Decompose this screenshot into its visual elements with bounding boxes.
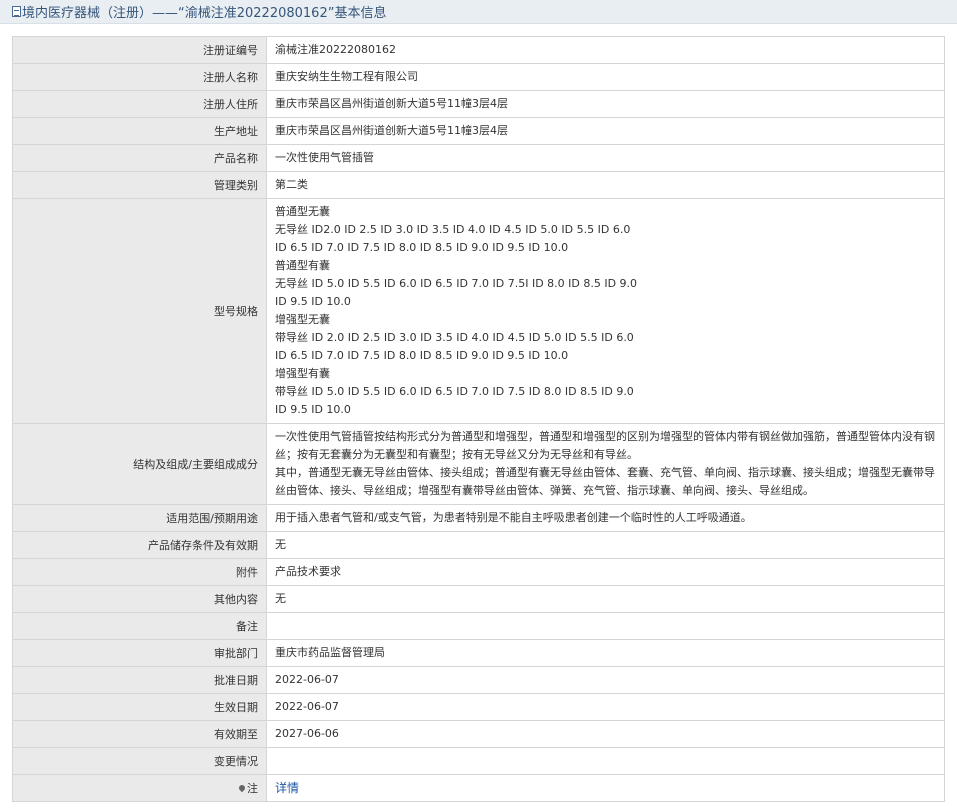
page-title-bar: 境内医疗器械（注册）——“渝械注准20222080162”基本信息 [0,0,957,24]
table-row: 产品名称 一次性使用气管插管 [12,144,945,172]
model-line: 增强型无囊 [275,313,330,326]
table-row: 有效期至 2027-06-06 [12,720,945,748]
table-row: 附件 产品技术要求 [12,558,945,586]
table-row: 批准日期 2022-06-07 [12,666,945,694]
field-value: 2022-06-07 [266,666,945,694]
table-row: 注 详情 [12,774,945,802]
field-label: 管理类别 [12,171,267,199]
model-line: 带导丝 ID 5.0 ID 5.5 ID 6.0 ID 6.5 ID 7.0 I… [275,385,634,398]
map-pin-icon [237,783,247,793]
field-value: 产品技术要求 [266,558,945,586]
table-row: 型号规格 普通型无囊 无导丝 ID2.0 ID 2.5 ID 3.0 ID 3.… [12,198,945,424]
note-label-text: 注 [247,782,258,795]
field-label: 适用范围/预期用途 [12,504,267,532]
field-value [266,747,945,775]
table-row: 审批部门 重庆市药品监督管理局 [12,639,945,667]
field-label: 产品名称 [12,144,267,172]
field-value: 无 [266,585,945,613]
field-label: 变更情况 [12,747,267,775]
structure-value: 一次性使用气管插管按结构形式分为普通型和增强型，普通型和增强型的区别为增强型的管… [266,423,945,505]
model-line: 增强型有囊 [275,367,330,380]
structure-paragraph: 其中，普通型无囊无导丝由管体、接头组成；普通型有囊无导丝由管体、套囊、充气管、单… [275,466,935,497]
field-label: 产品储存条件及有效期 [12,531,267,559]
field-value: 第二类 [266,171,945,199]
field-label: 生产地址 [12,117,267,145]
models-value: 普通型无囊 无导丝 ID2.0 ID 2.5 ID 3.0 ID 3.5 ID … [266,198,945,424]
field-label: 型号规格 [12,198,267,424]
field-value: 重庆安纳生生物工程有限公司 [266,63,945,91]
field-value: 重庆市药品监督管理局 [266,639,945,667]
field-label: 审批部门 [12,639,267,667]
table-row: 备注 [12,612,945,640]
document-icon [12,6,21,17]
field-value: 渝械注准20222080162 [266,36,945,64]
table-row: 结构及组成/主要组成成分 一次性使用气管插管按结构形式分为普通型和增强型，普通型… [12,423,945,505]
field-value: 一次性使用气管插管 [266,144,945,172]
model-line: ID 6.5 ID 7.0 ID 7.5 ID 8.0 ID 8.5 ID 9.… [275,241,569,254]
field-label: 结构及组成/主要组成成分 [12,423,267,505]
field-label: 其他内容 [12,585,267,613]
model-line: ID 9.5 ID 10.0 [275,403,351,416]
table-row: 变更情况 [12,747,945,775]
table-row: 注册人名称 重庆安纳生生物工程有限公司 [12,63,945,91]
details-link[interactable]: 详情 [275,781,299,795]
table-row: 生效日期 2022-06-07 [12,693,945,721]
note-value: 详情 [266,774,945,802]
note-label: 注 [12,774,267,802]
structure-paragraph: 一次性使用气管插管按结构形式分为普通型和增强型，普通型和增强型的区别为增强型的管… [275,430,935,461]
field-label: 注册证编号 [12,36,267,64]
model-line: 无导丝 ID2.0 ID 2.5 ID 3.0 ID 3.5 ID 4.0 ID… [275,223,631,236]
field-value: 无 [266,531,945,559]
field-label: 备注 [12,612,267,640]
field-value: 2022-06-07 [266,693,945,721]
field-value: 重庆市荣昌区昌州街道创新大道5号11幢3层4层 [266,90,945,118]
field-label: 有效期至 [12,720,267,748]
field-label: 注册人名称 [12,63,267,91]
table-row: 管理类别 第二类 [12,171,945,199]
field-label: 批准日期 [12,666,267,694]
model-line: 普通型有囊 [275,259,330,272]
table-row: 产品储存条件及有效期 无 [12,531,945,559]
table-row: 适用范围/预期用途 用于插入患者气管和/或支气管，为患者特别是不能自主呼吸患者创… [12,504,945,532]
model-line: 无导丝 ID 5.0 ID 5.5 ID 6.0 ID 6.5 ID 7.0 I… [275,277,638,290]
model-line: 普通型无囊 [275,205,330,218]
model-line: ID 9.5 ID 10.0 [275,295,351,308]
field-value [266,612,945,640]
info-table: 注册证编号 渝械注准20222080162 注册人名称 重庆安纳生生物工程有限公… [12,36,945,802]
table-row: 注册人住所 重庆市荣昌区昌州街道创新大道5号11幢3层4层 [12,90,945,118]
table-row: 其他内容 无 [12,585,945,613]
field-label: 注册人住所 [12,90,267,118]
model-line: ID 6.5 ID 7.0 ID 7.5 ID 8.0 ID 8.5 ID 9.… [275,349,569,362]
field-value: 用于插入患者气管和/或支气管，为患者特别是不能自主呼吸患者创建一个临时性的人工呼… [266,504,945,532]
field-label: 生效日期 [12,693,267,721]
page-title: 境内医疗器械（注册）——“渝械注准20222080162”基本信息 [22,6,387,21]
field-value: 重庆市荣昌区昌州街道创新大道5号11幢3层4层 [266,117,945,145]
field-value: 2027-06-06 [266,720,945,748]
table-row: 生产地址 重庆市荣昌区昌州街道创新大道5号11幢3层4层 [12,117,945,145]
field-label: 附件 [12,558,267,586]
model-line: 带导丝 ID 2.0 ID 2.5 ID 3.0 ID 3.5 ID 4.0 I… [275,331,634,344]
table-row: 注册证编号 渝械注准20222080162 [12,36,945,64]
